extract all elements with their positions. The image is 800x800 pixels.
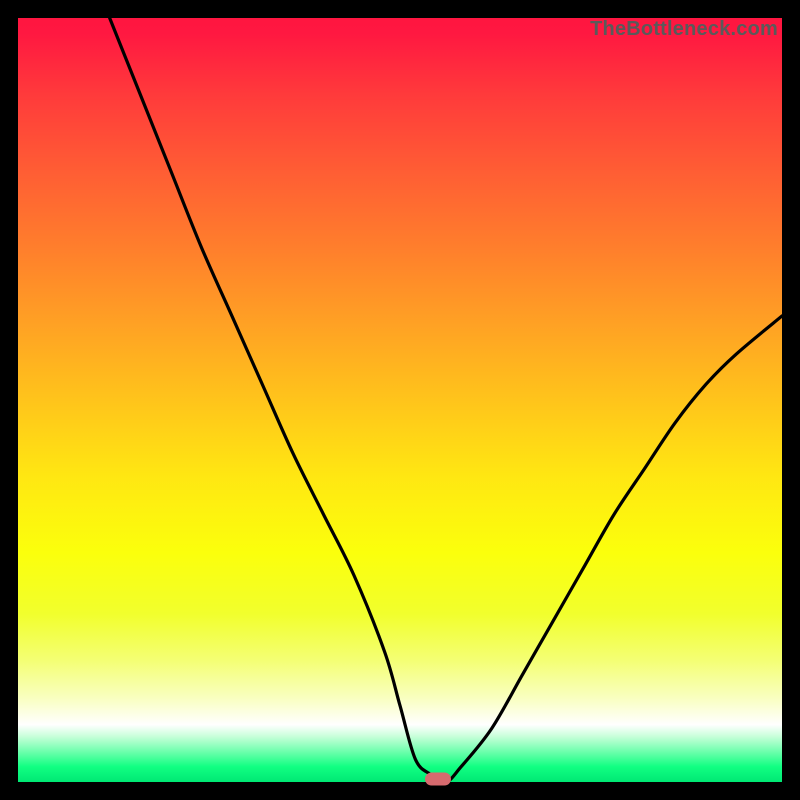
optimal-point-marker xyxy=(425,773,451,786)
chart-container: TheBottleneck.com xyxy=(0,0,800,800)
bottleneck-curve xyxy=(18,18,782,782)
plot-area: TheBottleneck.com xyxy=(18,18,782,782)
watermark-text: TheBottleneck.com xyxy=(590,18,778,41)
